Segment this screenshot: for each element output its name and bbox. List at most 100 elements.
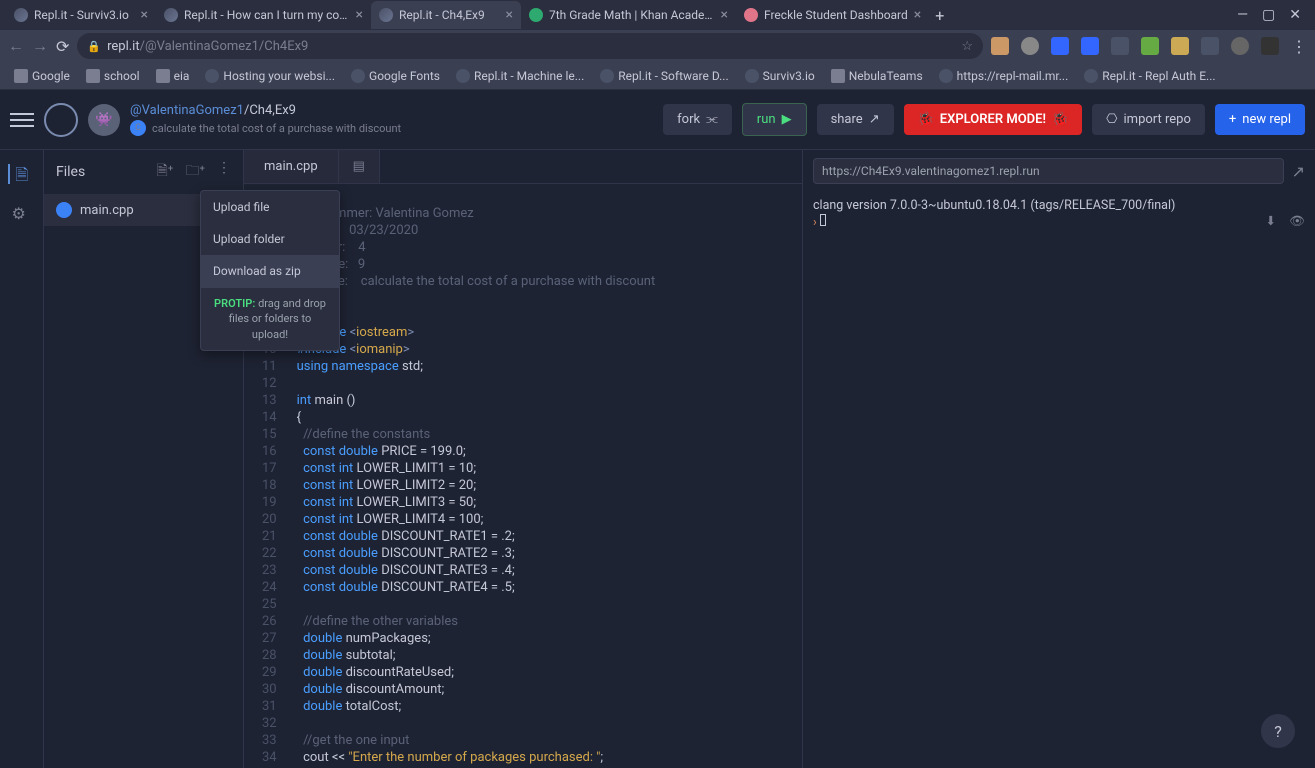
bookmark-item[interactable]: Repl.it - Machine le... [450, 67, 590, 85]
hamburger-icon[interactable] [10, 113, 34, 127]
tab-title: Repl.it - Surviv3.io [34, 8, 135, 22]
bookmark-item[interactable]: https://repl-mail.mr... [933, 67, 1075, 85]
explorer-mode-button[interactable]: 🐞 EXPLORER MODE! 🐞 [904, 104, 1083, 135]
tab-close-icon[interactable]: × [721, 7, 728, 23]
repl-subtitle: C calculate the total cost of a purchase… [130, 120, 401, 136]
tab-close-icon[interactable]: × [914, 7, 921, 23]
breadcrumb-repl: Ch4,Ex9 [249, 103, 296, 118]
new-repl-button[interactable]: + new repl [1215, 104, 1305, 135]
address-bar[interactable]: 🔒 repl.it/@ValentinaGomez1/Ch4Ex9 ☆ [77, 33, 983, 59]
output-url-field[interactable]: https://Ch4Ex9.valentinagomez1.repl.run [813, 158, 1284, 184]
browser-tab[interactable]: Repl.it - Ch4,Ex9 × [371, 1, 521, 29]
extension-icon[interactable] [1261, 37, 1279, 55]
tab-favicon-icon [14, 8, 28, 22]
extensions-group: ⋮ [991, 37, 1307, 56]
window-close-icon[interactable]: ✕ [1289, 7, 1301, 23]
avatar[interactable]: 👾 [88, 104, 120, 136]
extension-icon[interactable] [1111, 37, 1129, 55]
github-icon: ⎔ [1106, 112, 1117, 127]
cpp-icon: C [130, 120, 146, 136]
tab-title: 7th Grade Math | Khan Academy [549, 8, 715, 22]
fork-button[interactable]: fork ⫘ [663, 104, 732, 135]
extension-icon[interactable] [1231, 37, 1249, 55]
share-icon: ↗ [869, 112, 880, 127]
fork-icon: ⫘ [706, 112, 718, 127]
bookmark-item[interactable]: Surviv3.io [739, 67, 821, 85]
tab-title: Repl.it - How can I turn my code [184, 8, 350, 22]
files-dropdown-menu: Upload file Upload folder Download as zi… [200, 190, 340, 351]
main-area: 🗎 ⚙ Files 🗎⁺ 🗀⁺ ⋮ main.cpp main.cpp ▤ 12… [0, 150, 1315, 768]
tab-favicon-icon [379, 8, 393, 22]
extension-icon[interactable] [1021, 37, 1039, 55]
settings-rail-icon[interactable]: ⚙ [12, 204, 32, 224]
help-button[interactable]: ? [1261, 714, 1295, 748]
extension-icon[interactable] [1171, 37, 1189, 55]
browser-tab[interactable]: Repl.it - Surviv3.io × [6, 1, 156, 29]
import-repo-button[interactable]: ⎔ import repo [1092, 104, 1205, 135]
nav-reload-icon[interactable]: ⟳ [56, 37, 69, 56]
tab-favicon-icon [164, 8, 178, 22]
bookmark-item[interactable]: Repl.it - Repl Auth E... [1078, 67, 1221, 85]
browser-tab[interactable]: Repl.it - How can I turn my code × [156, 1, 371, 29]
extension-icon[interactable] [991, 37, 1009, 55]
extension-icon[interactable] [1051, 37, 1069, 55]
browser-tab[interactable]: Freckle Student Dashboard× [736, 1, 929, 29]
site-icon [351, 69, 365, 83]
extension-icon[interactable] [1081, 37, 1099, 55]
share-button[interactable]: share ↗ [817, 104, 894, 135]
run-button[interactable]: run ▶ [742, 103, 807, 136]
bookmark-item[interactable]: Hosting your websi... [199, 67, 341, 85]
prompt-icon: › [813, 215, 817, 230]
folder-icon [156, 69, 170, 83]
editor-layout-icon[interactable]: ▤ [339, 150, 380, 183]
new-folder-icon[interactable]: 🗀⁺ [185, 160, 205, 184]
upload-folder-item[interactable]: Upload folder [201, 223, 339, 255]
replit-logo-icon[interactable] [44, 103, 78, 137]
files-menu-icon[interactable]: ⋮ [217, 160, 231, 184]
extension-icon[interactable] [1201, 37, 1219, 55]
bookmark-item[interactable]: Google Fonts [345, 67, 446, 85]
folder-icon [86, 69, 100, 83]
browser-menu-icon[interactable]: ⋮ [1291, 37, 1307, 56]
new-tab-button[interactable]: + [935, 6, 944, 25]
tab-close-icon[interactable]: × [141, 7, 148, 23]
bookmark-item[interactable]: NebulaTeams [825, 67, 929, 85]
bookmark-item[interactable]: Repl.it - Software D... [594, 67, 734, 85]
side-rail: 🗎 ⚙ [0, 150, 44, 768]
tab-favicon-icon [744, 8, 758, 22]
star-icon[interactable]: ☆ [961, 39, 973, 54]
console-output[interactable]: clang version 7.0.0-3~ubuntu0.18.04.1 (t… [803, 192, 1315, 768]
nav-forward-icon[interactable]: → [32, 36, 48, 56]
bookmark-item[interactable]: school [80, 67, 146, 85]
tab-title: Repl.it - Ch4,Ex9 [399, 8, 500, 22]
nav-back-icon[interactable]: ← [8, 36, 24, 56]
files-label: Files [56, 164, 85, 180]
extension-icon[interactable] [1141, 37, 1159, 55]
bug-icon: 🐞 [918, 112, 934, 127]
site-icon [456, 69, 470, 83]
tab-close-icon[interactable]: × [506, 7, 513, 23]
tab-close-icon[interactable]: × [356, 7, 363, 23]
bookmark-item[interactable]: Google [8, 67, 76, 85]
editor-tab[interactable]: main.cpp [244, 150, 339, 183]
browser-toolbar: ← → ⟳ 🔒 repl.it/@ValentinaGomez1/Ch4Ex9 … [0, 30, 1315, 62]
breadcrumb-user[interactable]: @ValentinaGomez1 [130, 103, 244, 118]
app-header: 👾 @ValentinaGomez1/Ch4,Ex9 C calculate t… [0, 90, 1315, 150]
console-eye-icon[interactable]: 👁 [1289, 214, 1305, 229]
folder-icon [14, 69, 28, 83]
cpp-file-icon [56, 202, 72, 218]
console-download-icon[interactable]: ⬇ [1266, 214, 1276, 229]
new-file-icon[interactable]: 🗎⁺ [156, 160, 173, 184]
output-panel: https://Ch4Ex9.valentinagomez1.repl.run … [803, 150, 1315, 768]
browser-tab[interactable]: 7th Grade Math | Khan Academy × [521, 1, 736, 29]
bookmark-item[interactable]: eia [150, 67, 196, 85]
tab-favicon-icon [529, 8, 543, 22]
window-maximize-icon[interactable]: ▢ [1262, 7, 1275, 23]
files-rail-icon[interactable]: 🗎 [8, 164, 28, 184]
site-icon [1084, 69, 1098, 83]
download-zip-item[interactable]: Download as zip [201, 255, 339, 287]
protip-text: PROTIP: drag and drop files or folders t… [201, 287, 339, 350]
window-minimize-icon[interactable]: — [1237, 7, 1248, 23]
upload-file-item[interactable]: Upload file [201, 191, 339, 223]
open-external-icon[interactable]: ↗ [1292, 162, 1305, 181]
